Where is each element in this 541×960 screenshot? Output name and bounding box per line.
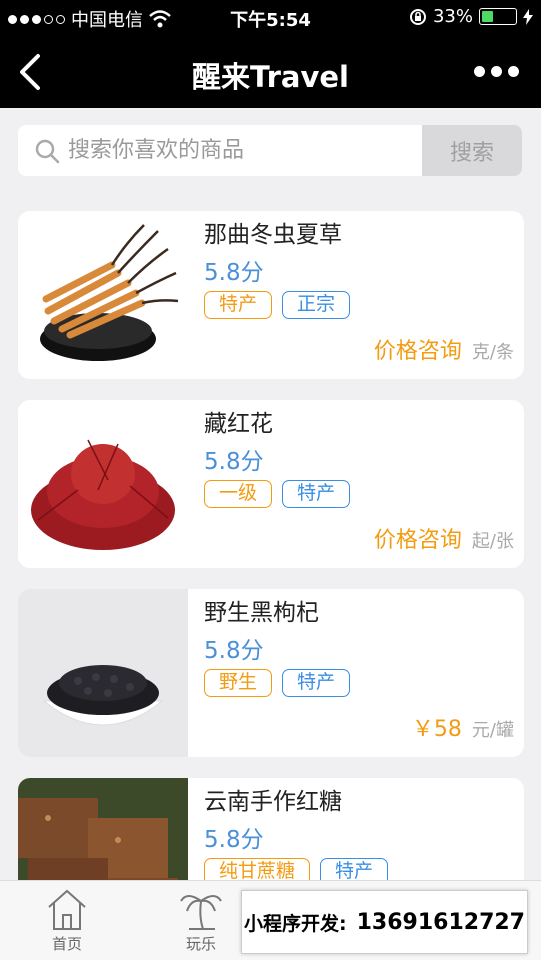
nav-bar: 醒来Travel: [0, 36, 541, 108]
tab-home[interactable]: 首页: [27, 885, 107, 954]
battery-percent: 33%: [432, 6, 473, 27]
product-unit: 元/罐: [471, 720, 514, 741]
search-bar: 搜索: [0, 108, 541, 194]
product-card[interactable]: 云南手作红糖 5.8分 纯甘蔗糖 特产: [18, 778, 524, 880]
search-button[interactable]: 搜索: [422, 125, 522, 176]
product-score: 5.8分: [204, 260, 264, 286]
brown-sugar-image: [18, 778, 188, 880]
product-tag: 一级: [204, 480, 273, 508]
product-score: 5.8分: [204, 638, 264, 664]
battery-icon: [479, 8, 517, 25]
product-card[interactable]: 野生黑枸杞 5.8分 野生 特产 ￥58 元/罐: [18, 589, 524, 757]
product-card[interactable]: 藏红花 5.8分 一级 特产 价格咨询 起/张: [18, 400, 524, 568]
product-tag: 特产: [282, 669, 351, 697]
palm-tree-icon: [180, 895, 222, 930]
product-score: 5.8分: [204, 449, 264, 475]
product-tag: 特产: [320, 858, 389, 880]
status-bar: 中国电信 下午5:54 33%: [0, 0, 541, 36]
cordyceps-image: [18, 211, 188, 379]
product-name: 云南手作红糖: [204, 789, 342, 815]
page-title: 醒来Travel: [192, 60, 349, 94]
promo-label: 小程序开发:: [244, 912, 347, 935]
product-score: 5.8分: [204, 827, 264, 853]
search-box: [18, 125, 422, 176]
charging-icon: [523, 8, 533, 25]
search-icon: [35, 139, 60, 164]
product-tag: 特产: [204, 291, 273, 319]
saffron-image: [18, 400, 188, 568]
home-icon: [48, 889, 86, 930]
product-tag: 纯甘蔗糖: [204, 858, 311, 880]
product-tag: 特产: [282, 480, 351, 508]
product-price: 价格咨询: [373, 339, 462, 364]
promo-banner: 小程序开发: 13691612727: [241, 890, 528, 954]
product-name: 藏红花: [204, 411, 273, 437]
product-price: 价格咨询: [373, 528, 462, 553]
promo-phone: 13691612727: [356, 909, 525, 935]
product-tag: 野生: [204, 669, 273, 697]
orientation-lock-icon: [409, 8, 426, 25]
more-options-icon[interactable]: [474, 66, 519, 77]
search-input[interactable]: [68, 125, 408, 176]
product-unit: 克/条: [471, 342, 514, 363]
product-unit: 起/张: [471, 531, 514, 552]
product-list: 那曲冬虫夏草 5.8分 特产 正宗 价格咨询 克/条 藏红花 5.8分 一级 特…: [0, 194, 541, 880]
product-card[interactable]: 那曲冬虫夏草 5.8分 特产 正宗 价格咨询 克/条: [18, 211, 524, 379]
tab-label: 玩乐: [185, 935, 216, 953]
product-tag: 正宗: [282, 291, 351, 319]
product-price: ￥58: [411, 717, 462, 742]
black-goji-image: [18, 589, 188, 757]
tab-label: 首页: [51, 935, 82, 953]
tab-play[interactable]: 玩乐: [161, 885, 241, 954]
product-name: 那曲冬虫夏草: [204, 222, 342, 248]
product-name: 野生黑枸杞: [204, 600, 319, 626]
